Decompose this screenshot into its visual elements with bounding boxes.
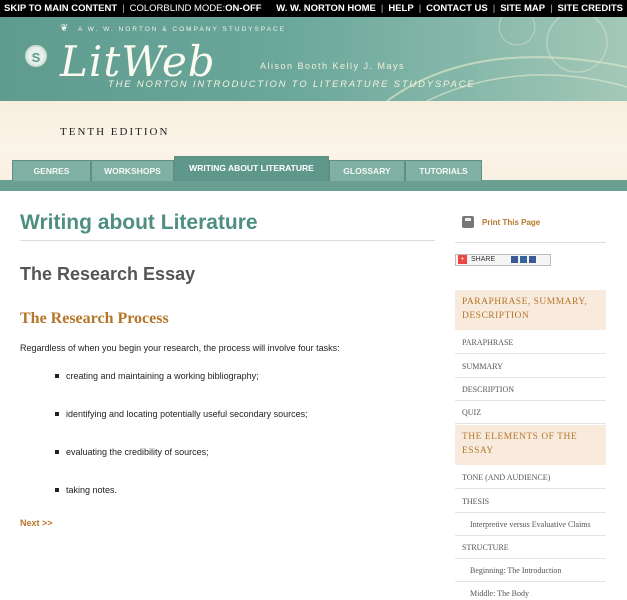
list-item-text: evaluating the credibility of sources; [66,447,209,457]
utility-bar: SKIP TO MAIN CONTENT | COLORBLIND MODE:ON-… [0,0,627,17]
sidebar-heading-elements[interactable]: THE ELEMENTS OF THE ESSAY [455,425,606,465]
divider: | [492,3,496,14]
tab-glossary[interactable]: GLOSSARY [329,160,405,181]
sidebar-item-introduction[interactable]: Beginning: The Introduction [455,559,606,582]
site-banner: S ❦ A W. W. NORTON & COMPANY STUDYSPACE … [0,17,627,101]
tabbar-baseline [0,180,627,191]
sidebar-item-quiz[interactable]: QUIZ [455,401,606,424]
title-divider [20,240,435,241]
tab-workshops[interactable]: WORKSHOPS [91,160,174,181]
sidebar-item-claims[interactable]: Interpretive versus Evaluative Claims [455,513,606,536]
list-item: creating and maintaining a working bibli… [55,371,259,381]
site-map-link[interactable]: SITE MAP [500,3,545,14]
delicious-icon [511,255,519,263]
subsection-title: The Research Process [20,310,169,327]
print-page-link[interactable]: Print This Page [482,218,540,227]
sidebar-item-tone[interactable]: TONE (AND AUDIENCE) [455,466,606,489]
printer-icon[interactable] [462,216,474,228]
authors-line: Alison Booth Kelly J. Mays [260,61,406,71]
utility-links: W. W. NORTON HOME | HELP | CONTACT US | SITE M… [276,0,623,17]
intro-paragraph: Regardless of when you begin your resear… [20,343,340,353]
contact-us-link[interactable]: CONTACT US [426,3,488,14]
site-credits-link[interactable]: SITE CREDITS [558,3,623,14]
bird-icon: ❦ [60,23,69,34]
section-title: The Research Essay [20,264,196,284]
utility-left: SKIP TO MAIN CONTENT | COLORBLIND MODE:ON-… [4,0,262,17]
divider: | [122,3,125,14]
sidebar-item-structure[interactable]: STRUCTURE [455,536,606,559]
bullet-icon [55,411,59,416]
bullet-icon [55,487,59,492]
help-link[interactable]: HELP [388,3,413,14]
norton-home-link[interactable]: W. W. NORTON HOME [276,3,376,14]
share-services [509,255,537,263]
tab-tutorials[interactable]: TUTORIALS [405,160,482,181]
colorblind-toggle[interactable]: ON-OFF [225,3,261,14]
share-label: SHARE [471,256,496,263]
tab-genres[interactable]: GENRES [12,160,91,181]
edition-label: TENTH EDITION [60,126,170,138]
sidebar-item-thesis[interactable]: THESIS [455,490,606,513]
sidebar-item-body[interactable]: Middle: The Body [455,582,606,600]
list-item-text: taking notes. [66,485,118,495]
banner-subtitle: THE NORTON INTRODUCTION TO LITERATURE ST… [108,79,476,90]
sidebar-heading-paraphrase[interactable]: PARAPHRASE, SUMMARY, DESCRIPTION [455,290,606,330]
sidebar-divider [455,242,606,243]
sidebar-item-summary[interactable]: SUMMARY [455,355,606,378]
list-item: identifying and locating potentially use… [55,409,308,419]
sidebar-item-paraphrase[interactable]: PARAPHRASE [455,331,606,354]
digg-icon [520,255,528,263]
sidebar-item-description[interactable]: DESCRIPTION [455,378,606,401]
bullet-icon [55,449,59,454]
page-title: Writing about Literature [20,211,258,234]
divider: | [418,3,422,14]
tab-writing-about-literature[interactable]: WRITING ABOUT LITERATURE [174,156,329,181]
share-button[interactable]: + SHARE [455,254,551,266]
plus-icon: + [458,255,467,264]
studyspace-logo[interactable]: S [25,45,47,67]
list-item: taking notes. [55,485,117,495]
colorblind-mode-label: COLORBLIND MODE: [129,3,226,14]
skip-to-main-content-link[interactable]: SKIP TO MAIN CONTENT [4,3,117,14]
next-page-link[interactable]: Next >> [20,518,53,528]
divider: | [550,3,553,14]
list-item: evaluating the credibility of sources; [55,447,209,457]
divider: | [380,3,384,14]
bullet-icon [55,373,59,378]
list-item-text: creating and maintaining a working bibli… [66,371,259,381]
facebook-icon [529,255,537,263]
publisher-line: A W. W. NORTON & COMPANY STUDYSPACE [78,26,287,33]
list-item-text: identifying and locating potentially use… [66,409,308,419]
